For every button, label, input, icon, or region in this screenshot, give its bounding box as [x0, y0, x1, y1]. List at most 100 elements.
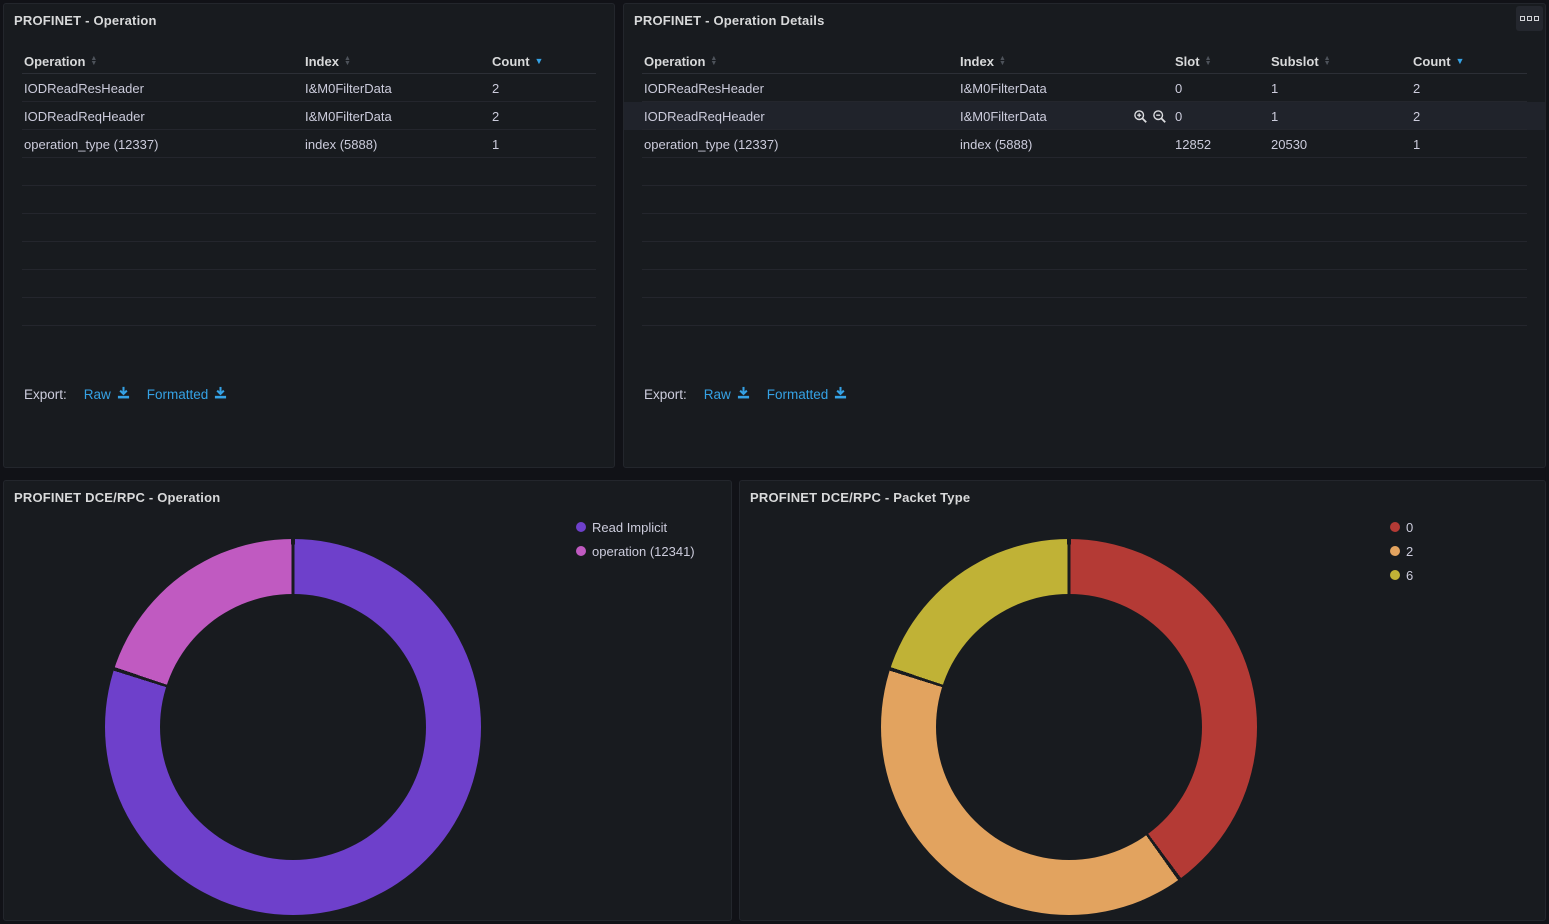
- column-header-index[interactable]: Index▲▼: [960, 54, 1175, 69]
- column-header-operation[interactable]: Operation ▲▼: [644, 54, 960, 69]
- export-formatted-link[interactable]: Formatted: [147, 386, 228, 402]
- download-icon: [737, 386, 750, 402]
- sort-desc-icon: ▼: [1456, 57, 1465, 66]
- cell-value: I&M0FilterData: [305, 109, 392, 124]
- cell-value: operation_type (12337): [644, 137, 778, 152]
- table-cell: index (5888): [960, 137, 1175, 152]
- column-header-slot[interactable]: Slot ▲▼: [1175, 54, 1271, 69]
- column-header-index[interactable]: Index▲▼: [305, 54, 492, 69]
- table-cell: 0: [1175, 81, 1271, 96]
- export-formatted-link[interactable]: Formatted: [767, 386, 848, 402]
- cell-value: 0: [1175, 109, 1182, 124]
- table-empty-row: [624, 298, 1545, 326]
- table-cell: 1: [1271, 109, 1413, 124]
- column-header-label: Count: [1413, 54, 1451, 69]
- panel-menu-button[interactable]: [1516, 6, 1543, 31]
- legend-swatch: [1390, 546, 1400, 556]
- column-header-count[interactable]: Count▼: [492, 54, 596, 69]
- table-cell: 1: [1413, 137, 1527, 152]
- cell-value: 1: [1413, 137, 1420, 152]
- table-cell: IODReadResHeader: [644, 81, 960, 96]
- table-cell: 1: [492, 137, 596, 152]
- sort-icon: ▲▼: [1205, 57, 1212, 66]
- legend-item[interactable]: 0: [1390, 518, 1413, 536]
- column-header-label: Operation: [644, 54, 705, 69]
- cell-value: 1: [1271, 81, 1278, 96]
- cell-value: 2: [492, 81, 499, 96]
- cell-value: I&M0FilterData: [960, 109, 1047, 124]
- donut-chart-packet-type[interactable]: [881, 539, 1257, 915]
- column-header-label: Subslot: [1271, 54, 1319, 69]
- download-icon: [117, 386, 130, 402]
- cell-value: 2: [1413, 109, 1420, 124]
- row-zoom-actions[interactable]: [1133, 109, 1167, 124]
- panel-title: PROFINET DCE/RPC - Packet Type: [750, 490, 970, 505]
- table-empty-row: [4, 298, 614, 326]
- column-header-operation[interactable]: Operation▲▼: [24, 54, 305, 69]
- sort-icon: ▲▼: [710, 57, 717, 66]
- table-row[interactable]: IODReadReqHeader I&M0FilterData 2: [4, 102, 614, 130]
- table-cell: I&M0FilterData: [305, 109, 492, 124]
- donut-chart-operation[interactable]: [105, 539, 481, 915]
- table-cell: index (5888): [305, 137, 492, 152]
- table-row[interactable]: operation_type (12337) index (5888)128522…: [624, 130, 1545, 158]
- legend-item[interactable]: operation (12341): [576, 542, 695, 560]
- export-row: Export: Raw Formatted: [24, 386, 227, 402]
- table-cell: 20530: [1271, 137, 1413, 152]
- download-icon: [834, 386, 847, 402]
- table-empty-row: [624, 214, 1545, 242]
- table-cell: IODReadReqHeader: [24, 109, 305, 124]
- table-row[interactable]: IODReadResHeader I&M0FilterData 2: [4, 74, 614, 102]
- table-row[interactable]: IODReadReqHeader I&M0FilterData 0 12: [624, 102, 1545, 130]
- table-cell: 2: [1413, 109, 1527, 124]
- cell-value: I&M0FilterData: [960, 81, 1047, 96]
- table-row[interactable]: operation_type (12337) index (5888) 1: [4, 130, 614, 158]
- table-cell: 1: [1271, 81, 1413, 96]
- cell-value: IODReadReqHeader: [644, 109, 765, 124]
- table-cell: IODReadResHeader: [24, 81, 305, 96]
- sort-icon: ▲▼: [999, 57, 1006, 66]
- export-raw-link[interactable]: Raw: [704, 386, 750, 402]
- sort-icon: ▲▼: [1324, 57, 1331, 66]
- column-header-subslot[interactable]: Subslot ▲▼: [1271, 54, 1413, 69]
- legend-swatch: [576, 522, 586, 532]
- table-header-row: Operation▲▼Index▲▼Count▼: [4, 49, 614, 74]
- column-header-count[interactable]: Count ▼: [1413, 54, 1527, 69]
- legend-label: operation (12341): [592, 544, 695, 559]
- sort-icon: ▲▼: [344, 57, 351, 66]
- table-empty-row: [624, 186, 1545, 214]
- table-empty-row: [4, 158, 614, 186]
- cell-value: IODReadResHeader: [24, 81, 144, 96]
- legend-label: 0: [1406, 520, 1413, 535]
- cell-value: 2: [492, 109, 499, 124]
- zoom-out-icon[interactable]: [1152, 109, 1167, 124]
- legend-swatch: [576, 546, 586, 556]
- table-cell: 2: [492, 109, 596, 124]
- export-row: Export: Raw Formatted: [644, 386, 847, 402]
- sort-desc-icon: ▼: [535, 57, 544, 66]
- panel-title: PROFINET DCE/RPC - Operation: [14, 490, 220, 505]
- table-cell: operation_type (12337): [644, 137, 960, 152]
- table-row[interactable]: IODReadResHeaderI&M0FilterData 01 2: [624, 74, 1545, 102]
- cell-value: I&M0FilterData: [305, 81, 392, 96]
- export-raw-link[interactable]: Raw: [84, 386, 130, 402]
- zoom-in-icon[interactable]: [1133, 109, 1148, 124]
- table-empty-row: [4, 186, 614, 214]
- table-cell: 12852: [1175, 137, 1271, 152]
- column-header-label: Slot: [1175, 54, 1200, 69]
- legend-item[interactable]: Read Implicit: [576, 518, 695, 536]
- panel-dcerpc-operation: PROFINET DCE/RPC - Operation Read Implic…: [3, 480, 732, 921]
- chart-legend: 0 2 6: [1390, 518, 1413, 584]
- cell-value: IODReadReqHeader: [24, 109, 145, 124]
- menu-dot: [1534, 16, 1539, 21]
- panel-profinet-operation: PROFINET - Operation Operation▲▼Index▲▼C…: [3, 3, 615, 468]
- legend-item[interactable]: 6: [1390, 566, 1413, 584]
- table-empty-row: [624, 158, 1545, 186]
- legend-swatch: [1390, 570, 1400, 580]
- cell-value: operation_type (12337): [24, 137, 158, 152]
- table-cell: 2: [1413, 81, 1527, 96]
- cell-value: index (5888): [305, 137, 377, 152]
- legend-item[interactable]: 2: [1390, 542, 1413, 560]
- sort-icon: ▲▼: [90, 57, 97, 66]
- panel-profinet-operation-details: PROFINET - Operation Details Operation▲▼…: [623, 3, 1546, 468]
